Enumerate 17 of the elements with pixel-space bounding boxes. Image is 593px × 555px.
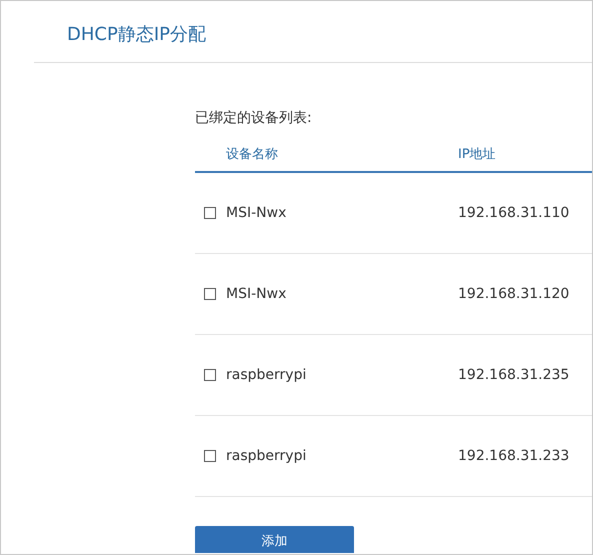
ip-address: 192.168.31.110 bbox=[458, 204, 570, 222]
checkbox[interactable] bbox=[204, 369, 216, 381]
column-header: 设备名称 bbox=[226, 148, 279, 164]
ip-address: 192.168.31.233 bbox=[458, 446, 570, 466]
section-label: 已绑定的设备列表: bbox=[195, 110, 312, 126]
column-header: IP地址 bbox=[458, 148, 496, 164]
page-title: DHCP静态IP分配 bbox=[67, 24, 206, 45]
device-name: MSI-Nwx bbox=[226, 204, 288, 222]
ip-address: 192.168.31.235 bbox=[458, 366, 570, 384]
checkbox[interactable] bbox=[204, 288, 216, 300]
device-name: raspberrypi bbox=[226, 446, 308, 466]
checkbox[interactable] bbox=[204, 207, 216, 219]
device-name: raspberrypi bbox=[226, 366, 308, 384]
checkbox[interactable] bbox=[204, 450, 216, 462]
add-button[interactable]: 添加 bbox=[195, 526, 354, 553]
ip-address: 192.168.31.120 bbox=[458, 284, 570, 304]
device-name: MSI-Nwx bbox=[226, 284, 288, 304]
